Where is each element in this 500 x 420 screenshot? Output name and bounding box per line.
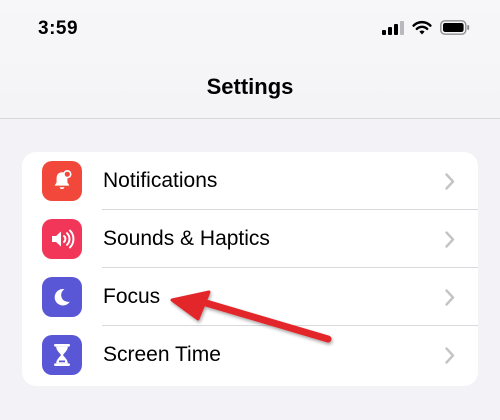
- settings-group: Notifications Sounds & Haptics Focus Scr…: [22, 152, 478, 386]
- moon-icon: [42, 277, 82, 317]
- settings-row-label: Notifications: [103, 169, 218, 192]
- settings-row-label: Sounds & Haptics: [103, 227, 270, 250]
- page-title: Settings: [206, 74, 294, 99]
- status-icons: [382, 20, 470, 40]
- speaker-icon: [42, 219, 82, 259]
- cellular-signal-icon: [382, 20, 404, 40]
- settings-row-label: Focus: [103, 285, 161, 308]
- settings-row-notifications[interactable]: Notifications: [22, 152, 478, 210]
- battery-icon: [440, 20, 470, 40]
- settings-row-label: Screen Time: [103, 343, 221, 366]
- chevron-right-icon: [444, 229, 456, 249]
- hourglass-icon: [42, 335, 82, 375]
- settings-row-sounds-haptics[interactable]: Sounds & Haptics: [22, 210, 478, 268]
- navigation-header: 3:59 Settings: [0, 0, 500, 119]
- chevron-right-icon: [444, 171, 456, 191]
- settings-row-screen-time[interactable]: Screen Time: [22, 326, 478, 384]
- wifi-icon: [412, 20, 432, 40]
- chevron-right-icon: [444, 287, 456, 307]
- status-time: 3:59: [38, 18, 79, 39]
- bell-icon: [42, 161, 82, 201]
- chevron-right-icon: [444, 345, 456, 365]
- settings-row-focus[interactable]: Focus: [22, 268, 478, 326]
